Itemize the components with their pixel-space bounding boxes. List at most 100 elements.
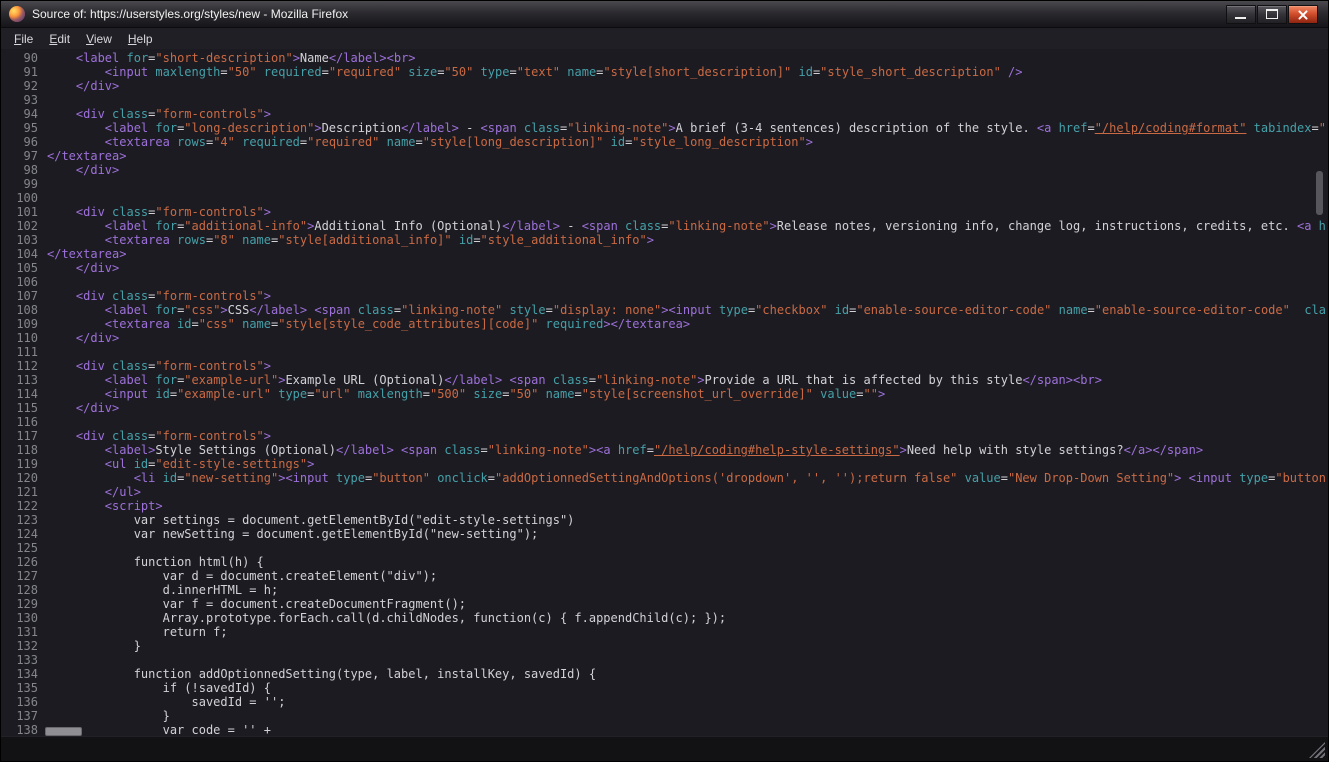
line-number: 97 [2,149,38,163]
code-segment: type [329,471,365,485]
source-line: 134 function addOptionnedSetting(type, l… [2,667,1327,681]
code-text [38,177,47,191]
code-segment: <span [481,121,517,135]
code-text [38,653,47,667]
line-number: 122 [2,499,38,513]
code-text: var d = document.createElement("div"); [38,569,437,583]
code-segment: "css" [184,303,220,317]
line-number: 134 [2,667,38,681]
firefox-view-source-window: Source of: https://userstyles.org/styles… [0,0,1329,762]
code-segment: </div> [76,401,119,415]
code-text: </div> [38,401,119,415]
code-segment: = [322,65,329,79]
code-segment: type [473,65,509,79]
source-line: 118 <label>Style Settings (Optional)</la… [2,443,1327,457]
code-segment: "url" [314,387,350,401]
code-segment: <a [1297,219,1311,233]
code-text [38,275,47,289]
menu-edit[interactable]: Edit [42,30,77,48]
resize-grip[interactable] [1309,742,1325,758]
code-segment: "style_short_description" [820,65,1001,79]
code-segment: > [264,429,271,443]
code-segment: "enable-source-editor-code" [856,303,1051,317]
source-line: 137 } [2,709,1327,723]
menu-help[interactable]: Help [121,30,160,48]
source-line: 94 <div class="form-controls"> [2,107,1327,121]
code-segment: > [264,359,271,373]
code-text [38,345,47,359]
minimize-button[interactable] [1226,5,1256,24]
menu-view[interactable]: View [79,30,119,48]
source-line: 99 [2,177,1327,191]
source-line: 106 [2,275,1327,289]
code-segment: rows [170,233,206,247]
code-segment: Description [322,121,401,135]
code-segment: </textarea> [611,317,690,331]
source-line: 113 <label for="example-url">Example URL… [2,373,1327,387]
source-line: 138 var code = '' + [2,723,1327,737]
line-number: 120 [2,471,38,485]
code-segment: "checkbox" [755,303,827,317]
source-line: 121 </ul> [2,485,1327,499]
code-segment: > [220,303,227,317]
code-segment: "style[screenshot_url_override]" [582,387,813,401]
line-number: 125 [2,541,38,555]
line-number: 121 [2,485,38,499]
code-segment: = [170,387,177,401]
code-segment: class [105,289,148,303]
code-text: <script> [38,499,163,513]
code-segment: } [163,709,170,723]
code-segment: </div> [76,163,119,177]
code-segment: > [806,135,813,149]
code-segment: required [257,65,322,79]
code-segment: class [517,121,560,135]
title-bar[interactable]: Source of: https://userstyles.org/styles… [1,1,1328,28]
code-segment: d.innerHTML = h; [163,583,279,597]
source-line: 96 <textarea rows="4" required="required… [2,135,1327,149]
code-segment: <div [76,429,105,443]
code-segment: var newSetting = document.getElementById… [134,527,539,541]
close-button[interactable] [1288,5,1318,24]
horizontal-scrollbar-thumb[interactable] [45,727,82,736]
code-segment: <textarea [105,233,170,247]
code-segment: <label [76,51,119,65]
code-segment: > [264,205,271,219]
code-text [38,541,47,555]
line-number: 123 [2,513,38,527]
code-segment: var d = document.createElement("div"); [163,569,438,583]
code-segment: id [126,457,148,471]
code-segment: var code = '' + [163,723,271,737]
code-segment: </span> [1152,443,1203,457]
code-segment: </label> [336,443,394,457]
source-link[interactable]: "/help/coding#help-style-settings" [654,443,900,457]
code-segment: </textarea> [47,149,126,163]
line-number: 137 [2,709,38,723]
code-segment: for [148,373,177,387]
code-segment: </div> [76,331,119,345]
vertical-scrollbar-thumb[interactable] [1316,171,1323,215]
code-segment: > [264,289,271,303]
code-segment: CSS [228,303,250,317]
code-segment: "500" [430,387,466,401]
code-segment: = [220,65,227,79]
code-segment: name [560,65,596,79]
source-link[interactable]: "/help/coding#format" [1095,121,1247,135]
code-text: var newSetting = document.getElementById… [38,527,538,541]
code-text: </div> [38,163,119,177]
maximize-button[interactable] [1257,5,1287,24]
code-segment: "linking-note" [596,373,697,387]
code-segment: = [481,443,488,457]
code-text: var f = document.createDocumentFragment(… [38,597,466,611]
code-segment: "css" [199,317,235,331]
line-number: 93 [2,93,38,107]
code-segment: "50" [509,387,538,401]
code-text: d.innerHTML = h; [38,583,278,597]
code-segment: <span [582,219,618,233]
menu-bar: FileEditViewHelp [1,28,1328,50]
source-line: 123 var settings = document.getElementBy… [2,513,1327,527]
menu-file[interactable]: File [7,30,40,48]
code-segment: required [235,135,300,149]
line-number: 107 [2,289,38,303]
source-line: 136 savedId = ''; [2,695,1327,709]
code-segment: <div [76,107,105,121]
